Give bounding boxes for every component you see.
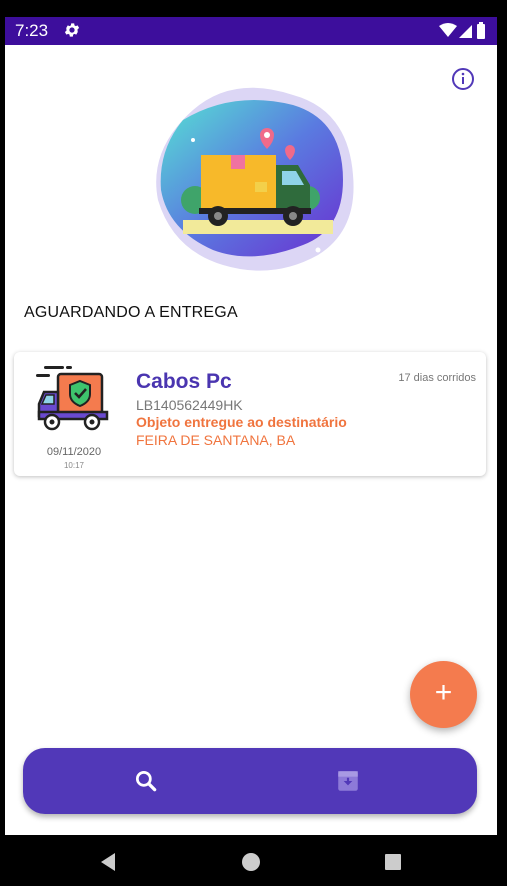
card-time: 10:17 — [63, 461, 85, 470]
delivery-city: FEIRA DE SANTANA, BA — [136, 432, 296, 448]
package-card[interactable]: 09/11/2020 10:17 Cabos Pc LB140562449HK … — [14, 352, 486, 476]
tracking-code: LB140562449HK — [136, 397, 243, 413]
signal-battery-icon — [439, 22, 485, 39]
system-nav-bar — [0, 835, 507, 886]
delivery-truck-icon — [36, 366, 109, 431]
days-count: 17 dias corridos — [398, 372, 476, 384]
bottom-navigation — [23, 748, 477, 814]
card-date: 09/11/2020 — [46, 446, 102, 458]
status-time: 7:23 — [15, 21, 49, 40]
delivery-status: Objeto entregue ao destinatário — [136, 414, 347, 430]
info-icon[interactable] — [451, 67, 475, 91]
recents-icon[interactable] — [382, 851, 404, 873]
section-title: AGUARDANDO A ENTREGA — [24, 304, 238, 321]
add-package-button[interactable]: + — [410, 661, 477, 728]
main-screen: AGUARDANDO A ENTREGA 09/11/2020 10:17 Ca… — [5, 45, 497, 835]
status-bar: 7:23 — [5, 17, 497, 45]
package-name: Cabos Pc — [136, 370, 232, 393]
home-icon[interactable] — [240, 851, 262, 873]
gear-icon — [64, 23, 80, 37]
delivery-truck-illustration — [156, 87, 354, 271]
archive-icon[interactable] — [335, 768, 361, 794]
back-icon[interactable] — [97, 851, 119, 873]
status-icons — [439, 22, 489, 45]
search-icon[interactable] — [133, 768, 159, 794]
